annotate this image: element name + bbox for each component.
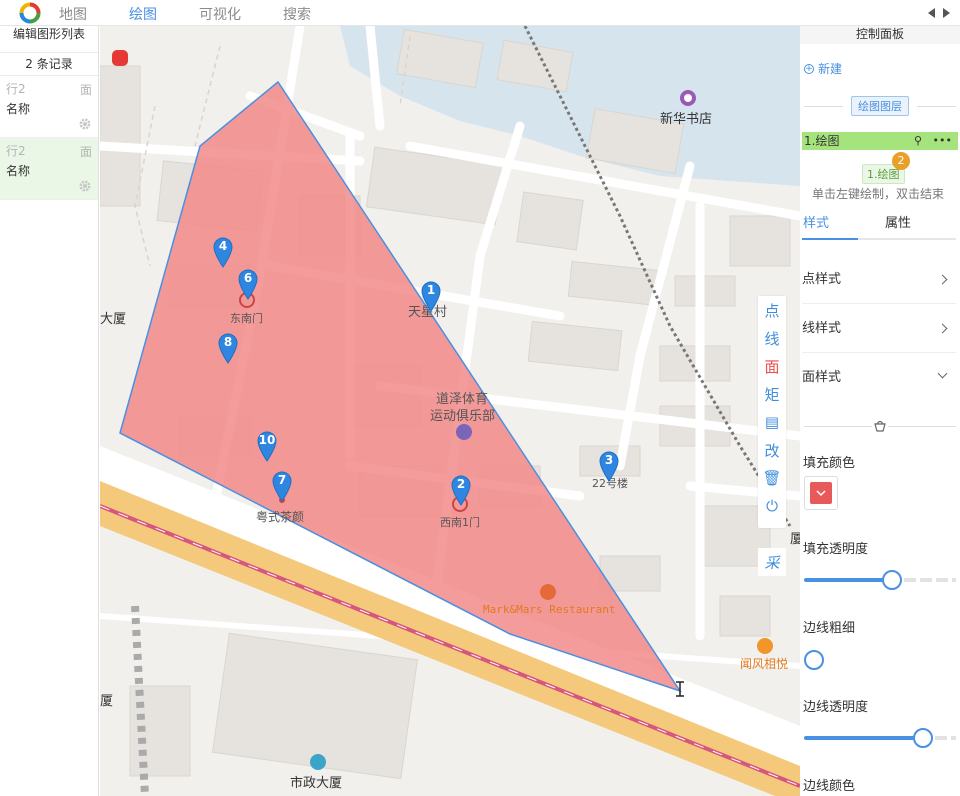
app-logo-icon [19, 2, 41, 23]
tab-search[interactable]: 搜索 [283, 2, 311, 24]
marker-number: 3 [604, 453, 614, 467]
layer-section-chip: 绘图图层 [851, 96, 909, 116]
record-count: 2 条记录 [0, 52, 98, 76]
layer-row[interactable]: 1.绘图 ⚲ ••• [802, 132, 958, 150]
shape-list-title: 编辑图形列表 [12, 27, 85, 41]
map-marker-4[interactable]: 4 [212, 236, 234, 268]
nav-arrows [928, 5, 950, 18]
map-marker-3[interactable]: 3 [598, 450, 620, 482]
map-marker-8[interactable]: 8 [217, 332, 239, 364]
poi-gym-2: 运动俱乐部 [430, 409, 496, 424]
gear-icon[interactable] [78, 117, 92, 131]
accordion-point-style[interactable]: 点样式 [802, 256, 956, 304]
map-marker-7[interactable]: 7 [271, 470, 293, 502]
tab-map[interactable]: 地图 [59, 2, 87, 24]
draw-point-button[interactable]: 点 [758, 296, 786, 324]
more-icon[interactable]: ••• [933, 134, 952, 147]
accordion-line-style[interactable]: 线样式 [802, 305, 956, 353]
power-button[interactable]: ⏻ [758, 492, 786, 520]
map-canvas[interactable]: 新华书店 天星村 东南门 道泽体育 运动俱乐部 22号楼 西南1门 粤式茶颜 M… [100, 26, 800, 796]
fill-color-swatch [810, 482, 832, 504]
marker-number: 8 [223, 335, 233, 349]
chevron-right-icon [937, 274, 948, 285]
accordion-label: 点样式 [802, 272, 842, 287]
record-type: 面 [79, 145, 92, 159]
poi-tea: 粤式茶颜 [256, 510, 305, 524]
gear-icon[interactable] [78, 179, 92, 193]
tab-properties[interactable]: 属性 [884, 212, 911, 238]
fill-opacity-label: 填充透明度 [803, 542, 869, 557]
tab-style[interactable]: 样式 [802, 212, 858, 240]
poi-bookstore: 新华书店 [660, 112, 713, 127]
edit-button[interactable]: 改 [758, 436, 786, 464]
delete-button[interactable]: 🗑 [758, 464, 786, 492]
next-arrow-icon[interactable] [943, 8, 950, 18]
map-marker-2[interactable]: 2 [450, 474, 472, 506]
new-label: 新建 [818, 62, 843, 76]
count-badge: 2 [892, 152, 910, 170]
fill-color-label: 填充颜色 [803, 456, 856, 471]
record-type: 面 [79, 83, 92, 97]
stroke-opacity-label: 边线透明度 [803, 700, 869, 715]
map-marker-1[interactable]: 1 [420, 280, 442, 312]
list-item[interactable]: 行2 面 名称 [0, 138, 98, 200]
stroke-color-label: 边线颜色 [803, 779, 856, 794]
marker-number: 10 [258, 433, 276, 447]
new-layer-button[interactable]: + 新建 [804, 60, 842, 77]
poi-building-right: 厦 [790, 532, 800, 547]
control-panel: 控制面板 + 新建 绘图图层 1.绘图 ⚲ ••• 1.绘图 2 单击左键绘制，… [800, 26, 960, 796]
poi-southwest-gate: 西南1门 [440, 516, 480, 529]
poi-shizheng: 市政大厦 [290, 776, 343, 791]
poi-dongnanmen: 东南门 [230, 312, 263, 325]
fill-opacity-slider[interactable] [804, 570, 956, 590]
layer-actions: ⚲ ••• [914, 132, 952, 150]
collect-button[interactable]: 采 [758, 548, 786, 576]
marker-number: 7 [277, 473, 287, 487]
draw-rect-button[interactable]: 矩 [758, 380, 786, 408]
plus-circle-icon: + [804, 63, 814, 74]
pin-icon[interactable]: ⚲ [914, 134, 922, 147]
poi-wenfeng: 闻风相悦 [740, 657, 789, 671]
marker-number: 1 [426, 283, 436, 297]
poi-building-left-2: 厦 [100, 694, 114, 709]
tab-draw[interactable]: 绘图 [129, 2, 157, 24]
slider-thumb[interactable] [913, 728, 933, 748]
record-name: 名称 [6, 102, 31, 116]
tab-visualize[interactable]: 可视化 [199, 2, 241, 24]
list-item[interactable]: 行2 面 名称 [0, 76, 98, 138]
marker-number: 4 [218, 239, 228, 253]
draw-toolbar: 点 线 面 矩 ▤ 改 🗑 ⏻ [758, 296, 786, 528]
style-tabs: 样式 属性 [802, 212, 956, 240]
layer-section-header: 绘图图层 [804, 96, 956, 116]
control-panel-title: 控制面板 [800, 26, 960, 44]
accordion-label: 线样式 [802, 321, 842, 336]
prev-arrow-icon[interactable] [928, 8, 935, 18]
stroke-width-slider[interactable] [804, 650, 956, 670]
slider-thumb[interactable] [882, 570, 902, 590]
stroke-opacity-slider[interactable] [804, 728, 956, 748]
bucket-icon [872, 419, 888, 433]
layer-name: 1.绘图 [804, 134, 840, 148]
draw-polygon-button[interactable]: 面 [758, 352, 786, 380]
draw-line-button[interactable]: 线 [758, 324, 786, 352]
record-name: 名称 [6, 164, 31, 178]
top-nav-bar: 地图 绘图 可视化 搜索 [0, 0, 960, 26]
poi-building-left-1: 大厦 [100, 312, 127, 327]
fill-color-picker[interactable] [804, 476, 838, 510]
chevron-right-icon [937, 323, 948, 334]
accordion-polygon-style[interactable]: 面样式 [802, 354, 956, 402]
slider-thumb[interactable] [804, 650, 824, 670]
stroke-width-label: 边线粗细 [803, 621, 856, 636]
draw-text-button[interactable]: ▤ [758, 408, 786, 436]
accordion-label: 面样式 [802, 370, 842, 385]
marker-number: 2 [456, 477, 466, 491]
map-marker-10[interactable]: 10 [256, 430, 278, 462]
map-marker-6[interactable]: 6 [237, 268, 259, 300]
poi-restaurant: Mark&Mars Restaurant [483, 603, 616, 616]
draw-hint: 单击左键绘制，双击结束 [812, 187, 945, 201]
shape-list-panel: 编辑图形列表 2 条记录 行2 面 名称 行2 面 名称 [0, 26, 99, 796]
chevron-down-icon [816, 490, 826, 497]
marker-number: 6 [243, 271, 253, 285]
chevron-down-icon [937, 368, 948, 379]
